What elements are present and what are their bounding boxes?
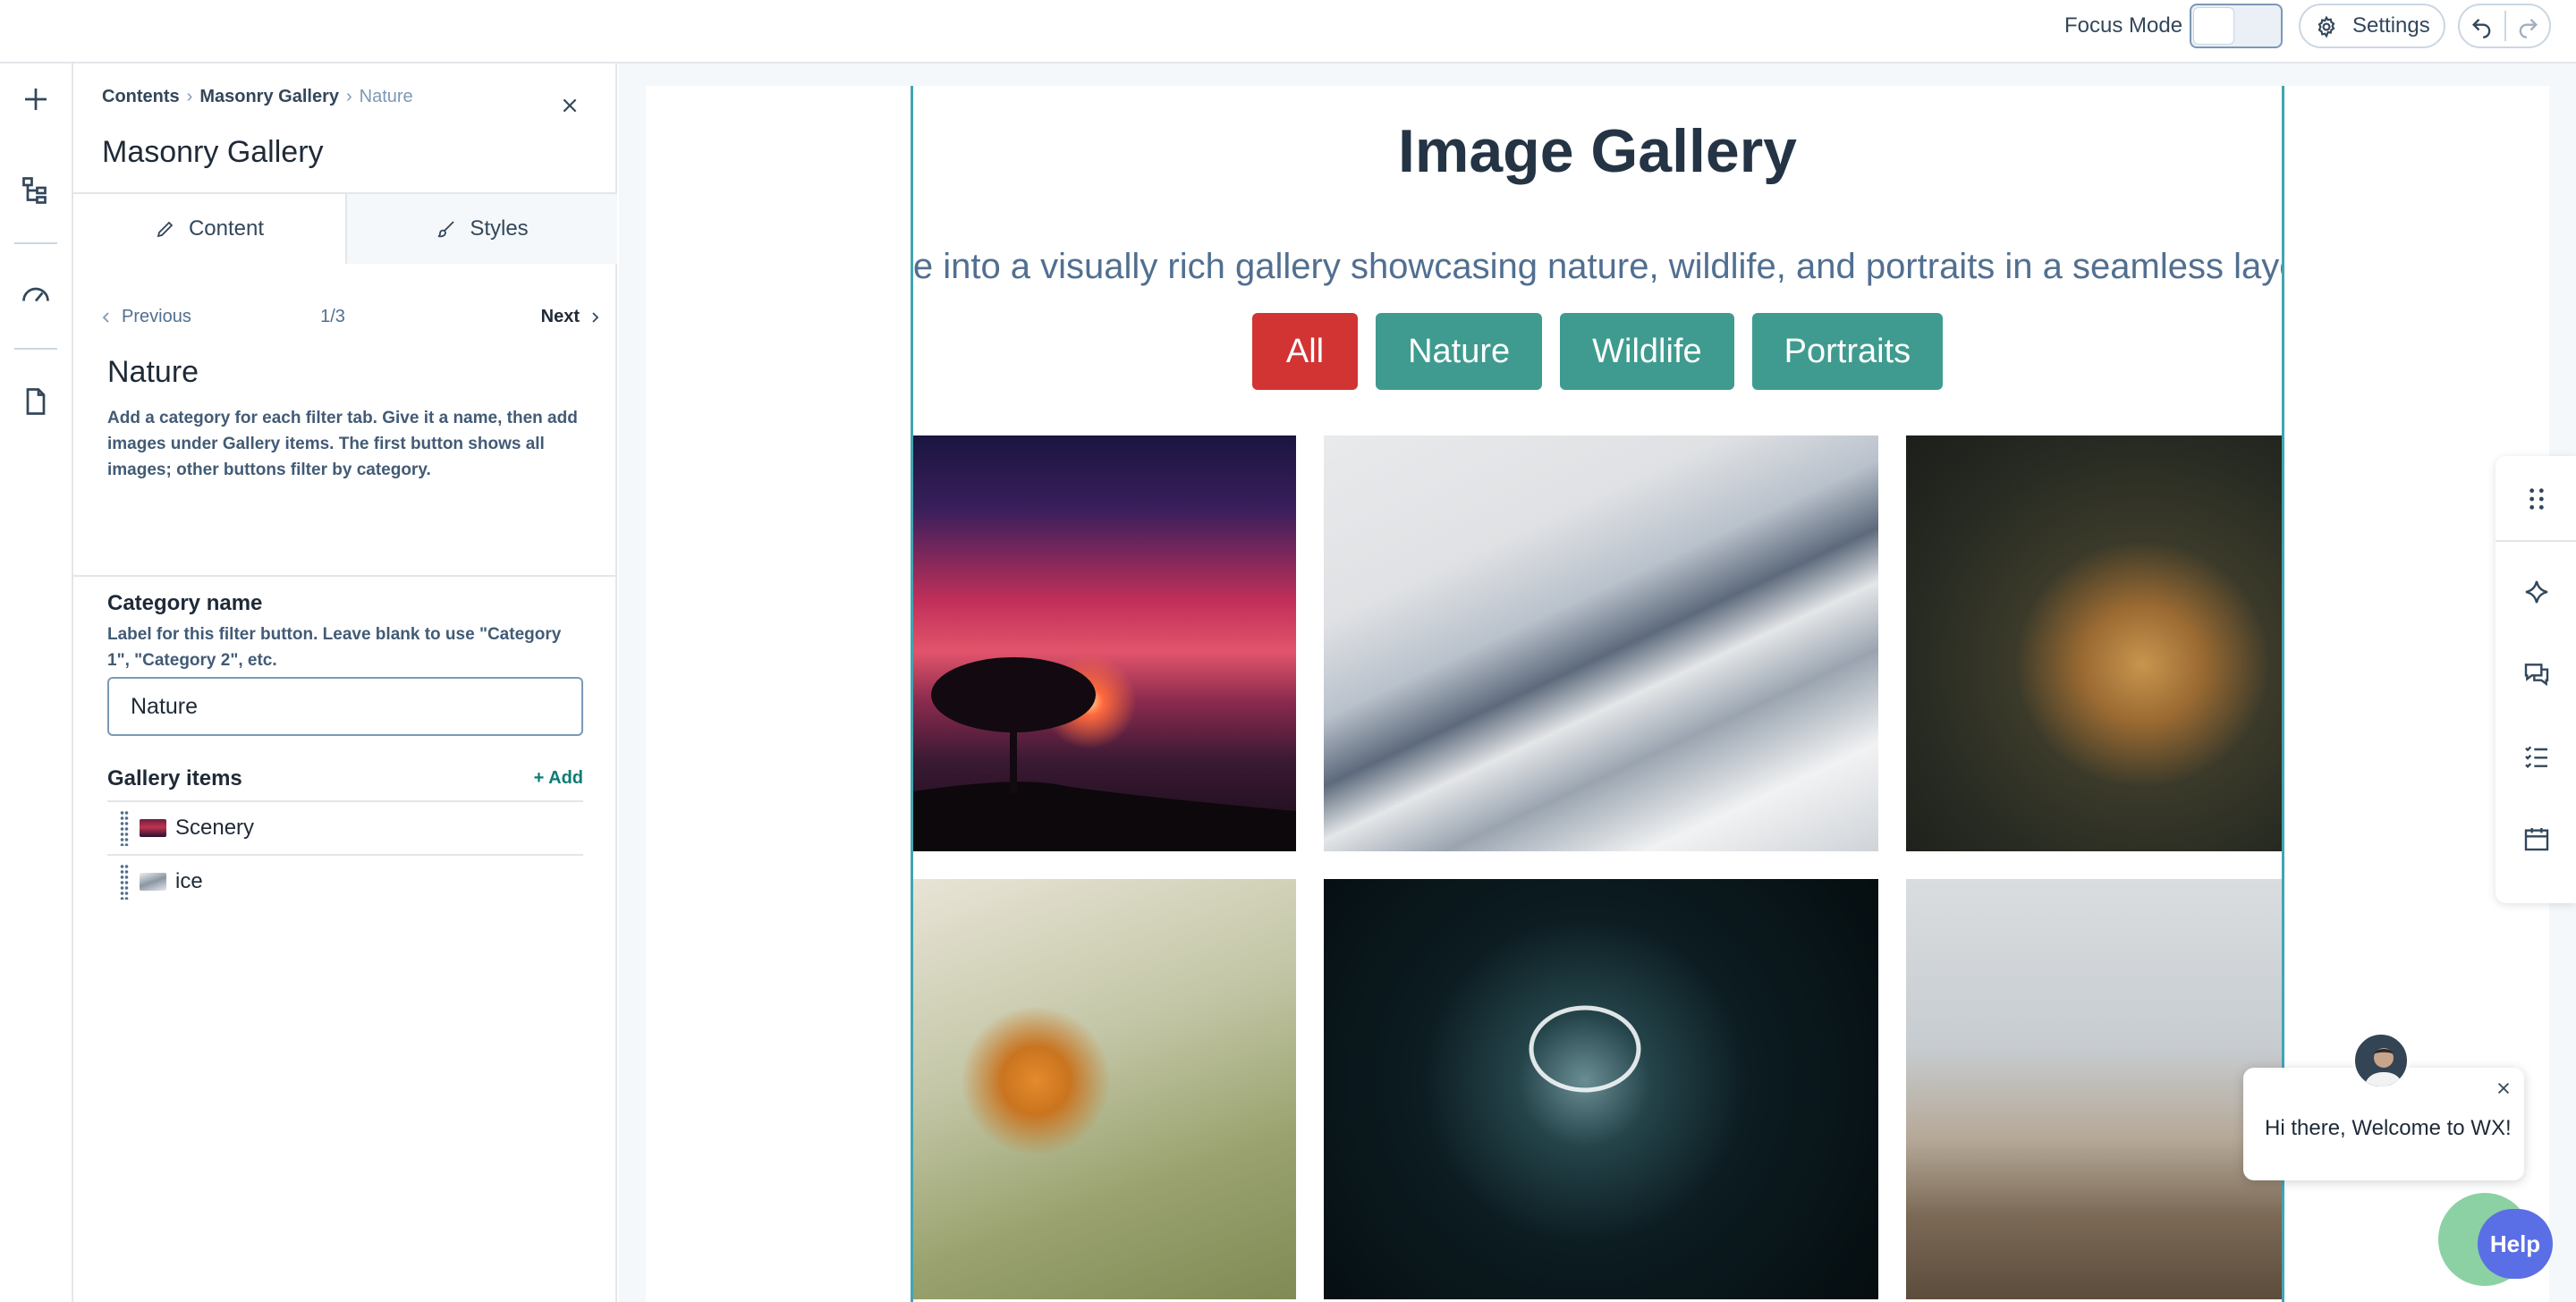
category-section-title: Nature <box>107 355 199 389</box>
undo-redo-divider <box>2504 11 2506 41</box>
chat-welcome-message: Hi there, Welcome to WX! <box>2265 1116 2512 1140</box>
photo-photographer-pier[interactable] <box>1906 879 2282 1299</box>
photo-sunset-tree[interactable] <box>913 435 1296 851</box>
undo-redo-group <box>2458 4 2551 48</box>
gallery-item-name: Scenery <box>175 816 255 840</box>
next-button[interactable]: Next <box>541 307 601 327</box>
ai-sparkle-icon[interactable] <box>2522 578 2551 606</box>
gallery-title: Image Gallery <box>1397 117 1798 185</box>
breadcrumb-nature: Nature <box>359 87 413 106</box>
tab-content-label: Content <box>188 216 265 241</box>
filter-portraits-button[interactable]: Portraits <box>1751 313 1944 390</box>
tab-styles[interactable]: Styles <box>345 194 617 264</box>
add-gallery-item-button[interactable]: + Add <box>534 768 583 789</box>
gallery-item[interactable]: Scenery <box>107 800 583 854</box>
brush-icon <box>438 221 454 238</box>
chevron-right-icon: › <box>186 87 193 106</box>
drag-handle-icon[interactable] <box>120 810 129 846</box>
category-name-label: Category name <box>107 591 263 615</box>
filter-nature-button[interactable]: Nature <box>1376 313 1543 390</box>
focus-mode-toggle[interactable] <box>2190 4 2283 48</box>
gallery-subtitle: Dive into a visually rich gallery showca… <box>911 247 2284 286</box>
close-icon[interactable] <box>2496 1080 2512 1096</box>
filter-all-button[interactable]: All <box>1251 313 1359 390</box>
close-icon[interactable] <box>560 96 580 115</box>
help-button[interactable]: Help <box>2478 1209 2553 1279</box>
tree-silhouette-icon <box>913 657 1296 851</box>
drag-handle-icon[interactable] <box>2522 485 2551 513</box>
breadcrumb-contents[interactable]: Contents <box>102 87 180 106</box>
rail-divider <box>14 348 57 350</box>
right-toolbar <box>2496 456 2576 903</box>
left-rail <box>0 63 73 1302</box>
gallery-items-label: Gallery items <box>107 766 242 790</box>
toggle-knob <box>2193 7 2234 45</box>
gallery-items-list: Scenery ice <box>107 800 583 908</box>
photo-light-ring-portrait[interactable] <box>1324 879 1878 1299</box>
panel-tabs: Content Styles <box>73 192 617 264</box>
pencil-icon <box>157 221 174 238</box>
gallery-items-header: Gallery items + Add <box>107 766 583 797</box>
filter-wildlife-button[interactable]: Wildlife <box>1560 313 1734 390</box>
tab-styles-label: Styles <box>470 216 529 241</box>
checklist-icon[interactable] <box>2522 742 2551 771</box>
comments-icon[interactable] <box>2522 660 2551 689</box>
breadcrumb-masonry-gallery[interactable]: Masonry Gallery <box>199 87 339 106</box>
divider <box>73 575 617 577</box>
layers-tree-icon[interactable] <box>20 174 52 207</box>
drag-handle-icon[interactable] <box>120 864 129 900</box>
category-help-text: Add a category for each filter tab. Give… <box>107 409 578 479</box>
page-file-icon[interactable] <box>20 385 52 418</box>
settings-button[interactable]: Settings <box>2299 4 2445 48</box>
settings-label: Settings <box>2352 13 2430 38</box>
chevron-right-icon <box>592 311 599 323</box>
ice-thumbnail <box>140 873 166 891</box>
undo-icon[interactable] <box>2470 14 2495 39</box>
avatar <box>2352 1032 2410 1089</box>
filter-buttons: All Nature Wildlife Portraits <box>913 313 2282 390</box>
category-name-input[interactable] <box>107 677 583 736</box>
rail-divider <box>14 242 57 244</box>
toolbar-divider <box>2496 540 2576 542</box>
previous-button[interactable]: Previous <box>100 307 191 327</box>
panel-title: Masonry Gallery <box>102 135 324 169</box>
top-bar: Focus Mode Settings <box>0 0 2576 63</box>
photo-robin[interactable] <box>913 879 1296 1299</box>
performance-gauge-icon[interactable] <box>20 278 52 310</box>
photo-cheetah[interactable] <box>1906 435 2282 851</box>
masonry-gallery-section[interactable]: Image Gallery Dive into a visually rich … <box>911 86 2284 1302</box>
previous-label: Previous <box>122 307 191 326</box>
chevron-right-icon: › <box>345 87 352 106</box>
light-ring-icon <box>1529 1005 1641 1093</box>
item-pager: 1/3 Previous Next <box>100 307 601 334</box>
redo-icon[interactable] <box>2515 14 2540 39</box>
gallery-item-name: ice <box>175 869 203 893</box>
tab-content[interactable]: Content <box>73 194 345 264</box>
breadcrumb: Contents › Masonry Gallery › Nature <box>102 87 413 107</box>
add-icon[interactable] <box>20 83 52 115</box>
photo-snowy-mountain[interactable] <box>1324 435 1878 851</box>
focus-mode-label: Focus Mode <box>2064 13 2183 38</box>
scenery-thumbnail <box>140 819 166 837</box>
category-name-help: Label for this filter button. Leave blan… <box>107 625 562 670</box>
chevron-left-icon <box>102 311 109 323</box>
gallery-item[interactable]: ice <box>107 854 583 908</box>
next-label: Next <box>540 307 580 326</box>
calendar-icon[interactable] <box>2522 824 2551 853</box>
gear-icon <box>2318 15 2335 38</box>
editor-panel: Contents › Masonry Gallery › Nature Masonry … <box>73 63 617 1302</box>
